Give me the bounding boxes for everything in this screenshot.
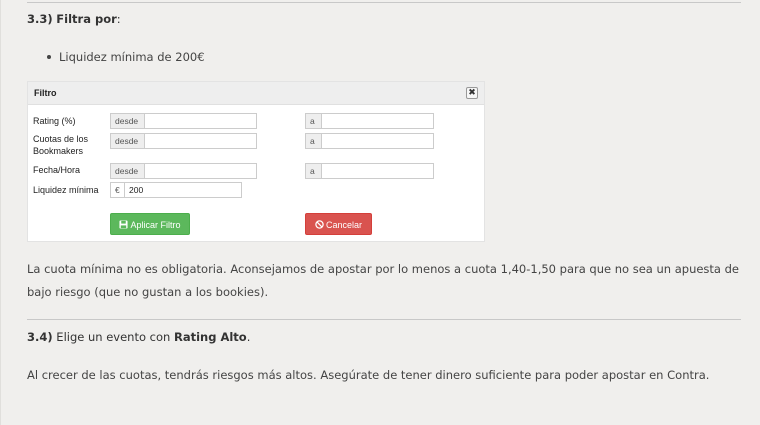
liquidity-label: Liquidez mínima <box>33 185 99 195</box>
currency-addon: € <box>110 182 124 198</box>
filter-panel: Filtro ✖ Rating (%) desde a Cuotas de lo… <box>27 81 485 242</box>
odds-to-addon: a <box>305 133 321 149</box>
article-content: 3.3) Filtra por: Liquidez mínima de 200€… <box>0 0 760 425</box>
rating-to-input[interactable] <box>321 113 434 129</box>
apply-filter-label: Aplicar Filtro <box>130 220 181 230</box>
apply-filter-button[interactable]: Aplicar Filtro <box>110 213 190 235</box>
rating-from-input[interactable] <box>144 113 257 129</box>
list-item: Liquidez mínima de 200€ <box>47 50 205 64</box>
section-number: 3.4) <box>27 330 53 344</box>
date-from-addon: desde <box>110 163 144 179</box>
ban-icon <box>315 220 324 229</box>
save-icon <box>119 220 129 229</box>
section-bold-text: Rating Alto <box>173 330 247 344</box>
date-from-input[interactable] <box>144 163 257 179</box>
odds-from-input[interactable] <box>144 133 257 149</box>
date-to-addon: a <box>305 163 321 179</box>
section-3-3-heading: 3.3) Filtra por: <box>27 12 121 26</box>
cancel-button[interactable]: Cancelar <box>305 213 372 235</box>
section-number: 3.3) <box>27 12 53 26</box>
list-item-text: Liquidez mínima de 200€ <box>59 50 205 64</box>
paragraph-min-odds: La cuota mínima no es obligatoria. Acons… <box>27 262 740 299</box>
date-label: Fecha/Hora <box>33 165 81 175</box>
rating-label: Rating (%) <box>33 116 76 126</box>
divider <box>27 2 741 3</box>
section-suffix: : <box>116 12 121 26</box>
date-to-input[interactable] <box>321 163 434 179</box>
liquidity-input[interactable]: 200 <box>124 182 242 198</box>
rating-from-addon: desde <box>110 113 144 129</box>
rating-to-addon: a <box>305 113 321 129</box>
odds-from-addon: desde <box>110 133 144 149</box>
section-3-4-heading: 3.4) Elige un evento con Rating Alto. <box>27 330 250 344</box>
filter-header: Filtro ✖ <box>28 82 484 105</box>
odds-to-input[interactable] <box>321 133 434 149</box>
section-text: Elige un evento con <box>56 330 171 344</box>
divider <box>27 319 741 320</box>
filter-title: Filtro <box>34 88 57 98</box>
bullet-icon <box>47 54 51 59</box>
section-title: Filtra por <box>56 12 117 26</box>
paragraph-risk: Al crecer de las cuotas, tendrás riesgos… <box>27 368 710 382</box>
close-icon[interactable]: ✖ <box>466 87 478 99</box>
odds-label: Cuotas de los Bookmakers <box>33 134 89 156</box>
section-suffix: . <box>246 330 251 344</box>
cancel-label: Cancelar <box>325 220 363 230</box>
